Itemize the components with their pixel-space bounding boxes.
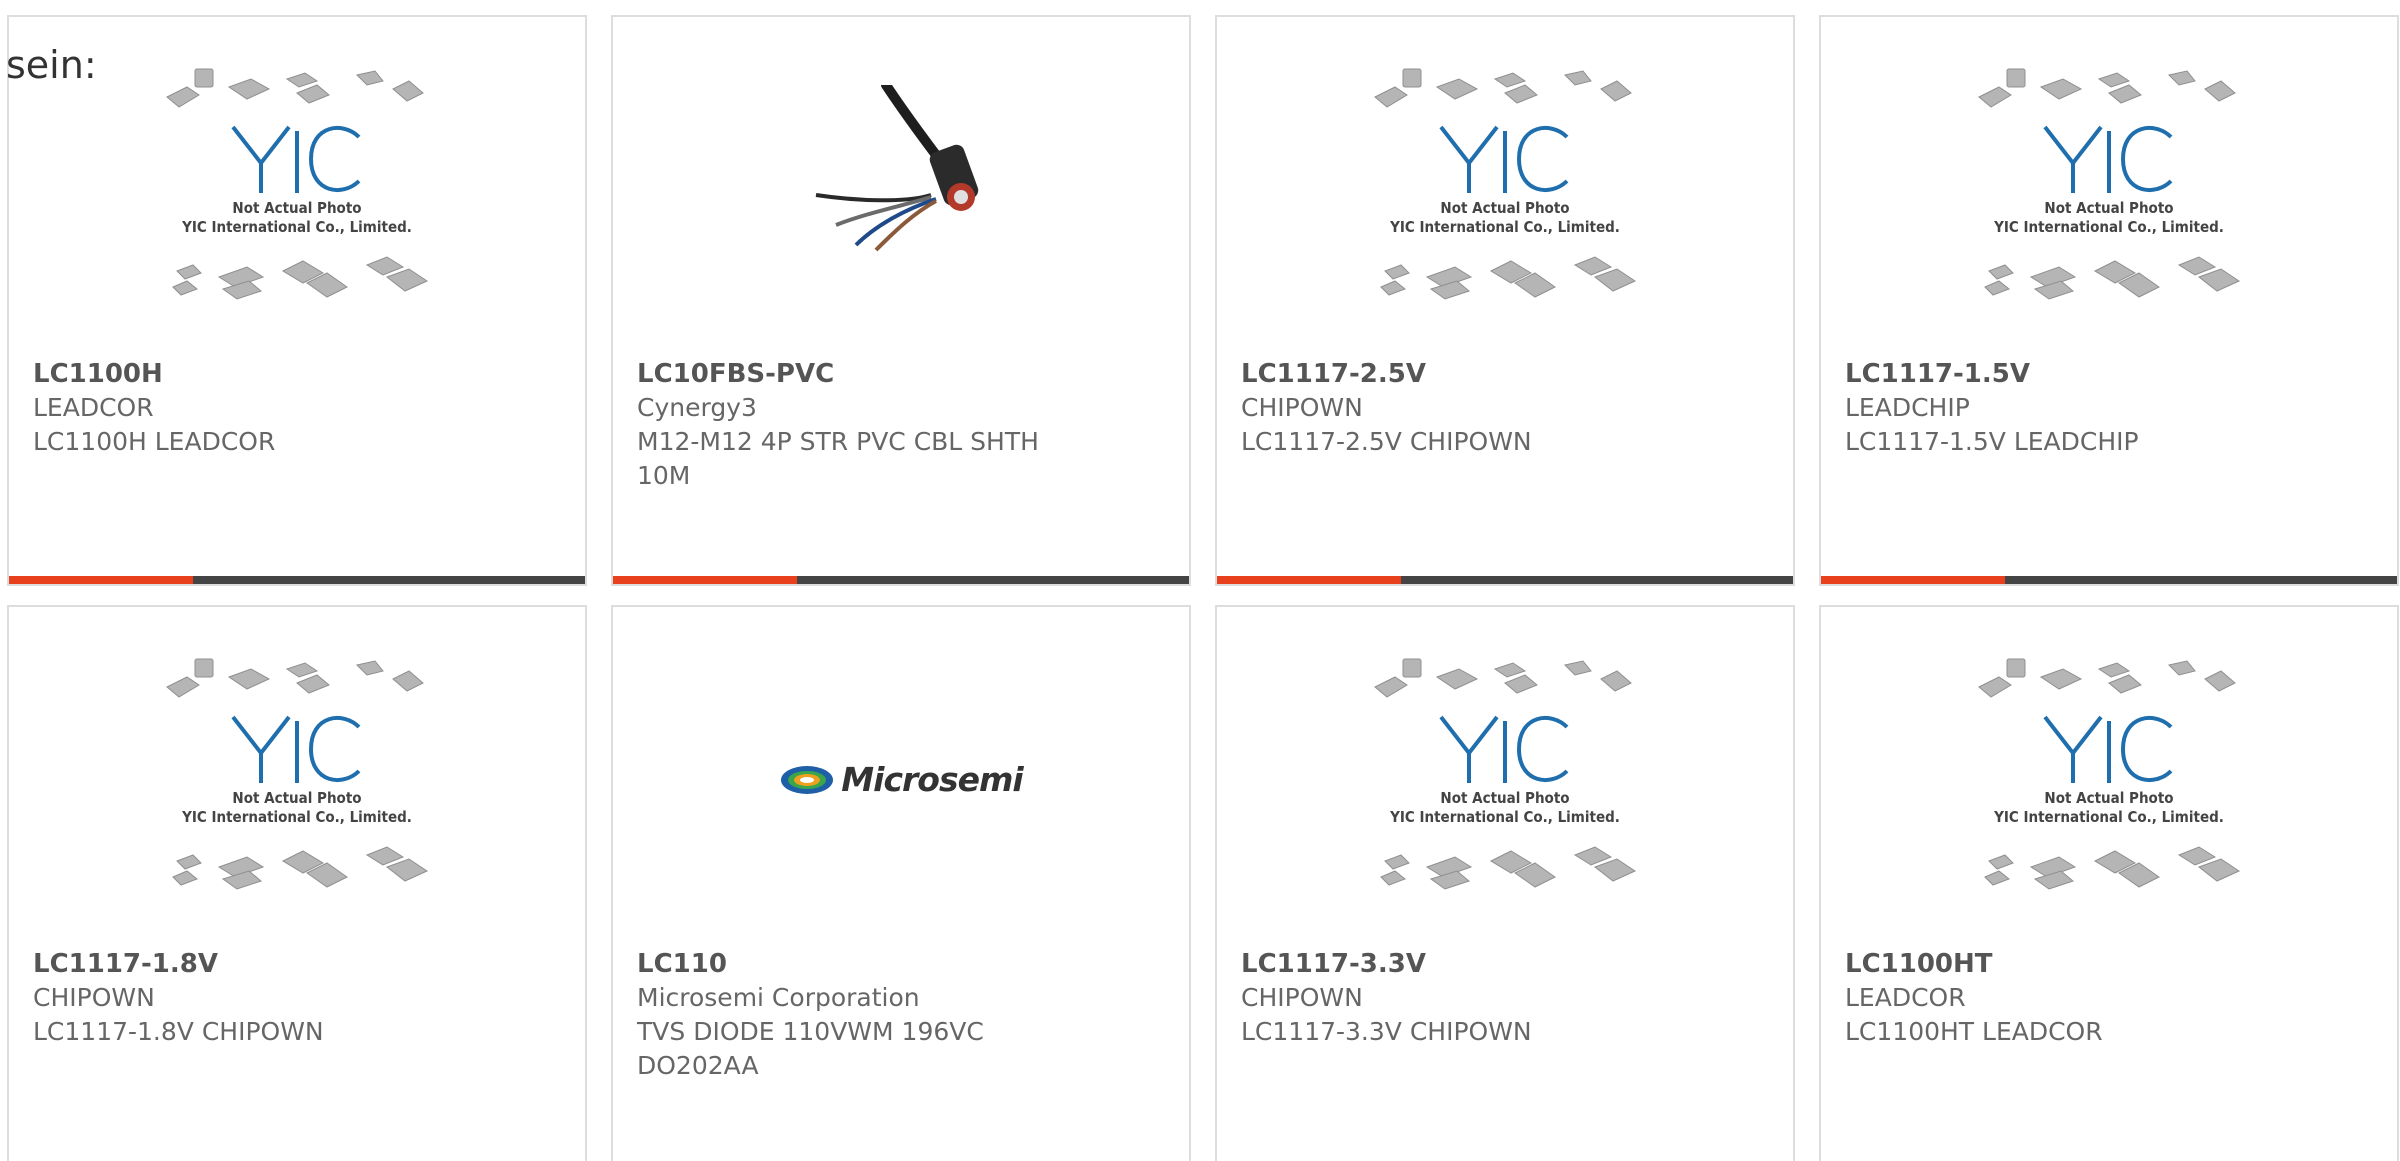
product-image[interactable] <box>613 17 1189 362</box>
placeholder-note-line1: Not Actual Photo <box>2044 788 2174 807</box>
product-description: LC1117-1.5V LEADCHIP <box>1845 427 2139 456</box>
product-card[interactable]: Not Actual Photo YIC International Co., … <box>1215 15 1795 586</box>
product-card[interactable]: LC10FBS-PVC Cynergy3 M12-M12 4P STR PVC … <box>611 15 1191 586</box>
product-image[interactable]: Not Actual Photo YIC International Co., … <box>1821 607 2397 952</box>
product-image[interactable]: Not Actual Photo YIC International Co., … <box>1217 17 1793 362</box>
card-footer-accent <box>9 576 194 584</box>
manufacturer-name: Cynergy3 <box>637 393 757 422</box>
product-info: LC110 Microsemi Corporation TVS DIODE 11… <box>637 947 1165 1083</box>
microsemi-swirl-icon <box>781 765 834 794</box>
manufacturer-name: CHIPOWN <box>33 983 155 1012</box>
card-footer-bar <box>1821 576 2397 584</box>
product-description: LC1117-1.8V CHIPOWN <box>33 1017 324 1046</box>
manufacturer-name: CHIPOWN <box>1241 393 1363 422</box>
yic-placeholder-image: Not Actual Photo YIC International Co., … <box>1969 65 2249 315</box>
placeholder-note-line2: YIC International Co., Limited. <box>1390 807 1620 826</box>
microsemi-logo-text: Microsemi <box>841 760 1023 799</box>
product-info: LC1117-1.8V CHIPOWN LC1117-1.8V CHIPOWN <box>33 947 561 1049</box>
product-card[interactable]: Microsemi LC110 Microsemi Corporation TV… <box>611 605 1191 1161</box>
product-info: LC1100H LEADCOR LC1100H LEADCOR <box>33 357 561 459</box>
card-footer-accent <box>1217 576 1402 584</box>
placeholder-note-line1: Not Actual Photo <box>232 198 362 217</box>
product-info: LC1117-1.5V LEADCHIP LC1117-1.5V LEADCHI… <box>1845 357 2373 459</box>
part-number-link[interactable]: LC1100H <box>33 357 561 391</box>
product-image[interactable]: Not Actual Photo YIC International Co., … <box>1217 607 1793 952</box>
card-footer-bar <box>9 576 585 584</box>
placeholder-note-line1: Not Actual Photo <box>1440 788 1570 807</box>
card-footer-accent <box>1821 576 2006 584</box>
placeholder-note-line2: YIC International Co., Limited. <box>182 217 412 236</box>
microsemi-logo: Microsemi <box>779 760 1024 799</box>
product-description: LC1117-2.5V CHIPOWN <box>1241 427 1532 456</box>
yic-placeholder-image: Not Actual Photo YIC International Co., … <box>157 655 437 905</box>
part-number-link[interactable]: LC1100HT <box>1845 947 2373 981</box>
product-description: LC1117-3.3V CHIPOWN <box>1241 1017 1532 1046</box>
cable-connector-photo <box>815 84 979 251</box>
product-description: M12-M12 4P STR PVC CBL SHTH 10M <box>637 427 1039 490</box>
part-number-link[interactable]: LC10FBS-PVC <box>637 357 1165 391</box>
placeholder-note-line2: YIC International Co., Limited. <box>1390 217 1620 236</box>
product-info: LC10FBS-PVC Cynergy3 M12-M12 4P STR PVC … <box>637 357 1165 493</box>
part-number-link[interactable]: LC1117-2.5V <box>1241 357 1769 391</box>
product-image[interactable]: Microsemi <box>613 607 1189 952</box>
yic-placeholder-image: Not Actual Photo YIC International Co., … <box>1969 655 2249 905</box>
product-card[interactable]: Not Actual Photo YIC International Co., … <box>1819 15 2399 586</box>
manufacturer-name: LEADCOR <box>33 393 154 422</box>
manufacturer-name: CHIPOWN <box>1241 983 1363 1012</box>
manufacturer-name: LEADCHIP <box>1845 393 1970 422</box>
product-grid-page: sein: Not Actual Photo YIC International… <box>0 0 2400 1161</box>
placeholder-note-line1: Not Actual Photo <box>1440 198 1570 217</box>
product-image[interactable]: Not Actual Photo YIC International Co., … <box>9 607 585 952</box>
card-footer-bar <box>613 576 1189 584</box>
part-number-link[interactable]: LC110 <box>637 947 1165 981</box>
lead-text: sein: <box>6 43 97 87</box>
card-footer-bar <box>1217 576 1793 584</box>
placeholder-note-line1: Not Actual Photo <box>232 788 362 807</box>
product-info: LC1117-2.5V CHIPOWN LC1117-2.5V CHIPOWN <box>1241 357 1769 459</box>
placeholder-note-line2: YIC International Co., Limited. <box>1994 217 2224 236</box>
product-info: LC1100HT LEADCOR LC1100HT LEADCOR <box>1845 947 2373 1049</box>
placeholder-note-line2: YIC International Co., Limited. <box>1994 807 2224 826</box>
manufacturer-name: LEADCOR <box>1845 983 1966 1012</box>
placeholder-note-line1: Not Actual Photo <box>2044 198 2174 217</box>
product-card[interactable]: Not Actual Photo YIC International Co., … <box>7 605 587 1161</box>
product-description: LC1100HT LEADCOR <box>1845 1017 2103 1046</box>
manufacturer-name: Microsemi Corporation <box>637 983 920 1012</box>
yic-placeholder-image: Not Actual Photo YIC International Co., … <box>1365 65 1645 315</box>
part-number-link[interactable]: LC1117-3.3V <box>1241 947 1769 981</box>
yic-placeholder-image: Not Actual Photo YIC International Co., … <box>157 65 437 315</box>
product-description: LC1100H LEADCOR <box>33 427 276 456</box>
part-number-link[interactable]: LC1117-1.8V <box>33 947 561 981</box>
product-card[interactable]: Not Actual Photo YIC International Co., … <box>1215 605 1795 1161</box>
product-info: LC1117-3.3V CHIPOWN LC1117-3.3V CHIPOWN <box>1241 947 1769 1049</box>
card-footer-accent <box>613 576 798 584</box>
product-card[interactable]: Not Actual Photo YIC International Co., … <box>7 15 587 586</box>
product-description: TVS DIODE 110VWM 196VC DO202AA <box>637 1017 984 1080</box>
part-number-link[interactable]: LC1117-1.5V <box>1845 357 2373 391</box>
yic-placeholder-image: Not Actual Photo YIC International Co., … <box>1365 655 1645 905</box>
product-image[interactable]: Not Actual Photo YIC International Co., … <box>1821 17 2397 362</box>
placeholder-note-line2: YIC International Co., Limited. <box>182 807 412 826</box>
product-card[interactable]: Not Actual Photo YIC International Co., … <box>1819 605 2399 1161</box>
